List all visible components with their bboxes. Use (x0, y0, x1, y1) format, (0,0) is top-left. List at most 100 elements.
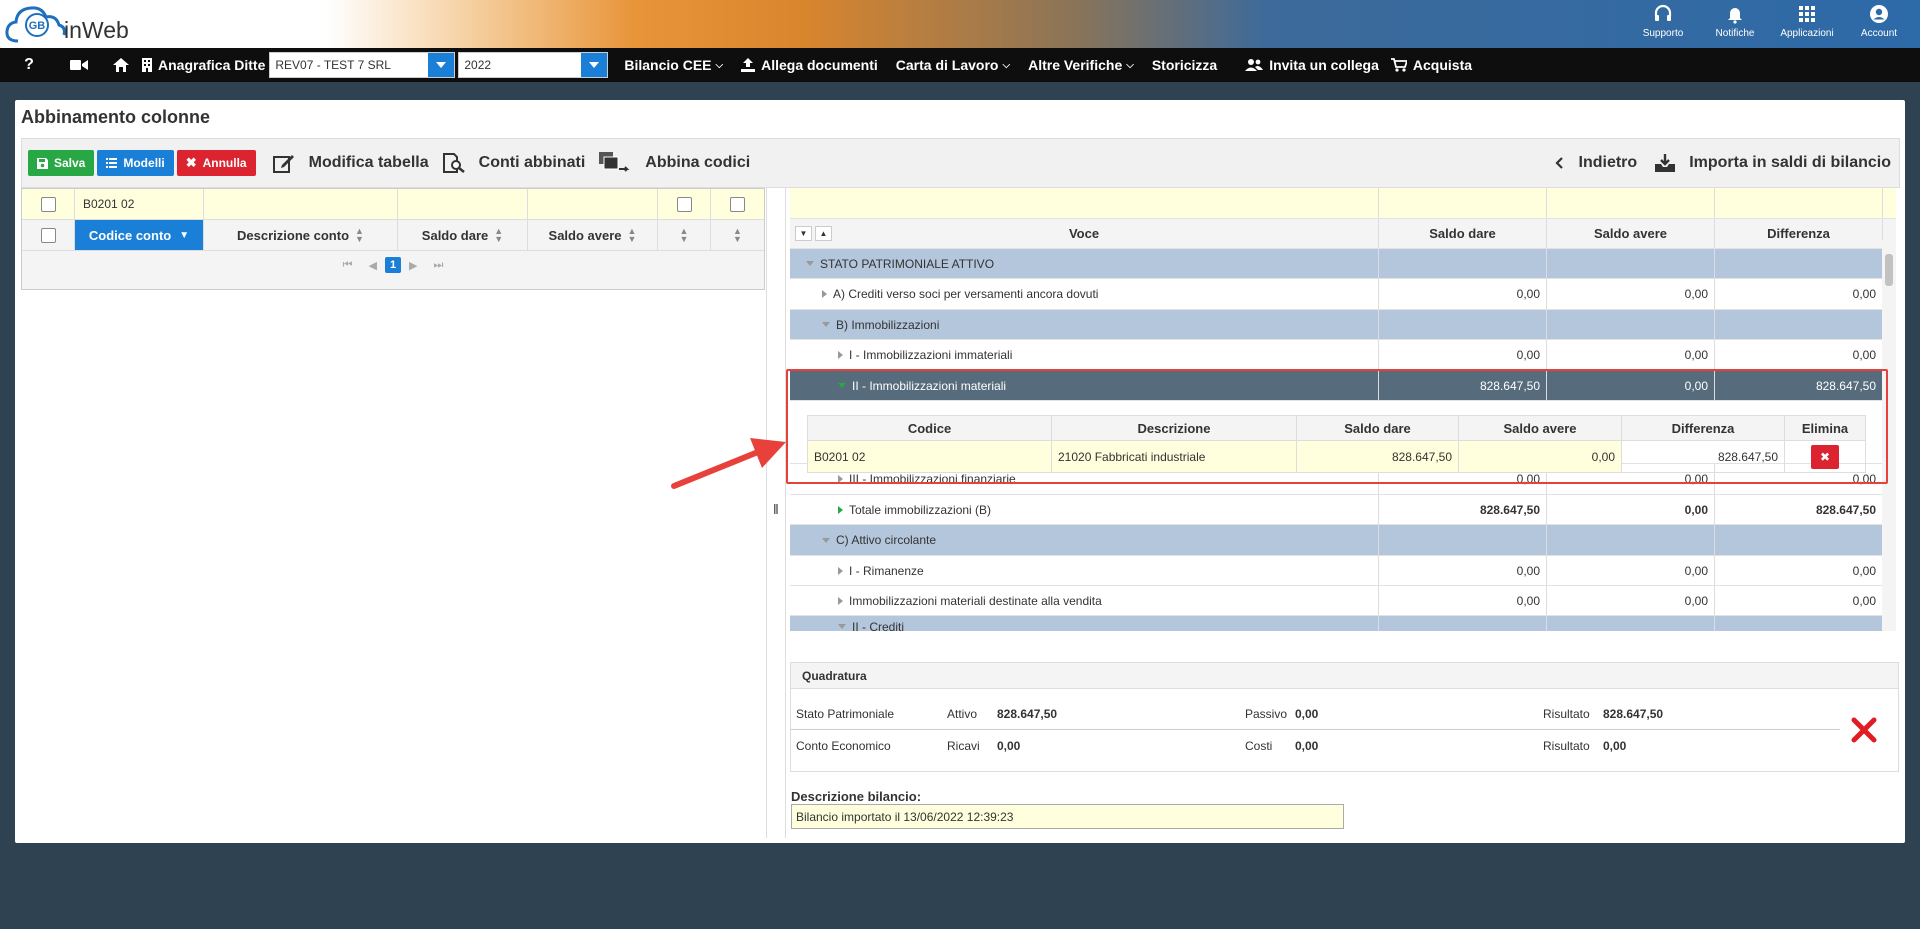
sort-icon: ▲ ▼ (494, 226, 504, 244)
dare-filter-input[interactable] (398, 189, 528, 219)
table-row[interactable]: II - Crediti (790, 616, 1896, 631)
support-button[interactable]: Supporto (1630, 4, 1696, 39)
descrizione-input[interactable]: Bilancio importato il 13/06/2022 12:39:2… (791, 804, 1344, 829)
dare-cell: 828.647,50 (1379, 495, 1547, 524)
diff-cell: 0,00 (1715, 340, 1883, 370)
column-checkbox-2[interactable] (730, 196, 745, 212)
avere-cell (1547, 310, 1715, 339)
annulla-button[interactable]: ✖ Annulla (176, 150, 256, 176)
saldo-avere-header[interactable]: Saldo avere (1547, 219, 1715, 248)
importa-saldi-button[interactable]: Importa in saldi di bilancio (1655, 154, 1891, 172)
saldo-dare-header[interactable]: Saldo dare ▲ ▼ (398, 220, 528, 250)
table-row[interactable]: B) Immobilizzazioni (790, 310, 1896, 340)
table-row[interactable]: STATO PATRIMONIALE ATTIVO (790, 249, 1896, 279)
scrollbar-thumb[interactable] (1885, 254, 1893, 286)
year-select[interactable]: 2022 (458, 52, 609, 78)
voce-header[interactable]: ▼ ▲ Voce (790, 219, 1379, 248)
company-dropdown-button[interactable] (428, 53, 455, 77)
altre-verifiche-menu[interactable]: Altre Verifiche ⌵ (1028, 57, 1134, 73)
expand-all-button[interactable]: ▲ (815, 226, 832, 241)
first-page-icon[interactable]: ⏮ (343, 259, 353, 272)
diff-cell (1715, 616, 1883, 631)
year-dropdown-button[interactable] (581, 53, 608, 77)
quadratura-title: Quadratura (791, 663, 1898, 689)
codice-conto-header[interactable]: Codice conto ▼ (75, 220, 204, 250)
modifica-tabella-button[interactable]: Modifica tabella (272, 153, 429, 173)
chevron-down-icon: ⌵ (1002, 59, 1011, 71)
saldo-dare-header[interactable]: Saldo dare (1379, 219, 1547, 248)
abbina-codici-button[interactable]: Abbina codici (599, 152, 750, 174)
risultato-sp-value: 828.647,50 (1603, 707, 1664, 721)
passivo-label: Passivo (1245, 707, 1288, 721)
storicizza-link[interactable]: Storicizza (1152, 57, 1217, 73)
collapsed-icon[interactable] (838, 566, 843, 575)
filter-checkbox[interactable] (40, 196, 56, 212)
home-button[interactable] (100, 58, 142, 72)
last-page-icon[interactable]: ⏭ (433, 259, 443, 272)
next-page-icon[interactable]: ▶ (409, 259, 417, 272)
extra-col-header-2[interactable]: ▲ ▼ (711, 220, 764, 250)
dare-cell: 0,00 (1379, 279, 1547, 309)
acquista-link[interactable]: Acquista (1390, 57, 1472, 73)
splitter[interactable]: ‖ (766, 188, 786, 838)
indietro-button[interactable]: Indietro (1554, 154, 1637, 172)
dare-filter-input[interactable] (1379, 188, 1547, 218)
importa-saldi-label: Importa in saldi di bilancio (1689, 154, 1891, 171)
anagrafica-ditte-link[interactable]: Anagrafica Ditte (142, 57, 265, 73)
codice-filter-input[interactable]: B0201 02 (75, 189, 204, 219)
avere-filter-input[interactable] (528, 189, 658, 219)
copy-arrow-icon (599, 152, 630, 172)
collapsed-icon[interactable] (838, 596, 843, 605)
prev-page-icon[interactable]: ◀ (369, 259, 377, 272)
applications-button[interactable]: Applicazioni (1774, 4, 1840, 39)
voce-filter-input[interactable] (790, 188, 1379, 218)
expanded-icon[interactable] (822, 537, 830, 543)
splitter-handle-icon[interactable]: ‖ (773, 501, 779, 517)
column-checkbox-1[interactable] (676, 196, 692, 212)
descrizione-conto-header[interactable]: Descrizione conto ▲ ▼ (204, 220, 398, 250)
attivo-value: 828.647,50 (997, 707, 1058, 721)
dare-cell (1379, 249, 1547, 278)
voce-cell: II - Crediti (790, 616, 1379, 631)
help-button[interactable]: ? (0, 56, 58, 74)
table-row[interactable]: C) Attivo circolante (790, 525, 1896, 556)
diff-filter-input[interactable] (1715, 188, 1883, 218)
descrizione-filter-input[interactable] (204, 189, 398, 219)
expanded-icon[interactable] (838, 624, 846, 629)
salva-button[interactable]: Salva (28, 150, 95, 176)
expanded-icon[interactable] (822, 322, 830, 327)
table-row[interactable]: I - Rimanenze 0,00 0,00 0,00 (790, 556, 1896, 586)
collapsed-icon[interactable] (822, 290, 827, 298)
expanded-icon[interactable] (806, 261, 814, 266)
highlight-annotation (786, 369, 1888, 484)
conti-abbinati-button[interactable]: Conti abbinati (442, 153, 585, 173)
bilancio-cee-label: Bilancio CEE (624, 57, 712, 73)
table-row[interactable]: A) Crediti verso soci per versamenti anc… (790, 279, 1896, 310)
table-row[interactable]: Immobilizzazioni materiali destinate all… (790, 586, 1896, 616)
table-row[interactable]: Totale immobilizzazioni (B) 828.647,50 0… (790, 495, 1896, 525)
chevron-left-icon (1554, 157, 1563, 169)
carta-lavoro-menu[interactable]: Carta di Lavoro ⌵ (896, 57, 1010, 73)
account-button[interactable]: Account (1846, 4, 1912, 39)
company-select[interactable]: REV07 - TEST 7 SRL (269, 52, 456, 78)
invita-collega-link[interactable]: Invita un collega (1245, 57, 1379, 73)
notifications-button[interactable]: Notifiche (1702, 4, 1768, 39)
differenza-header[interactable]: Differenza (1715, 219, 1883, 248)
modelli-button[interactable]: Modelli (97, 150, 174, 176)
collapse-all-button[interactable]: ▼ (795, 226, 812, 241)
bilancio-header-row: ▼ ▲ Voce Saldo dare Saldo avere Differen… (790, 219, 1896, 249)
diff-cell (1715, 525, 1883, 555)
current-page[interactable]: 1 (385, 257, 401, 273)
avere-filter-input[interactable] (1547, 188, 1715, 218)
bilancio-cee-menu[interactable]: Bilancio CEE ⌵ (624, 57, 723, 73)
collapsed-icon[interactable] (838, 351, 843, 359)
video-button[interactable] (58, 59, 100, 71)
main-navbar: ? Anagrafica Ditte REV07 - TEST 7 SRL 20… (0, 48, 1920, 82)
app-logo[interactable]: GB inWeb (4, 3, 129, 45)
saldo-avere-header[interactable]: Saldo avere ▲ ▼ (528, 220, 658, 250)
collapsed-icon[interactable] (838, 505, 843, 514)
allega-documenti-link[interactable]: Allega documenti (741, 57, 878, 73)
extra-col-header-1[interactable]: ▲ ▼ (658, 220, 711, 250)
table-row[interactable]: I - Immobilizzazioni immateriali 0,00 0,… (790, 340, 1896, 371)
select-all-checkbox[interactable] (40, 227, 56, 243)
